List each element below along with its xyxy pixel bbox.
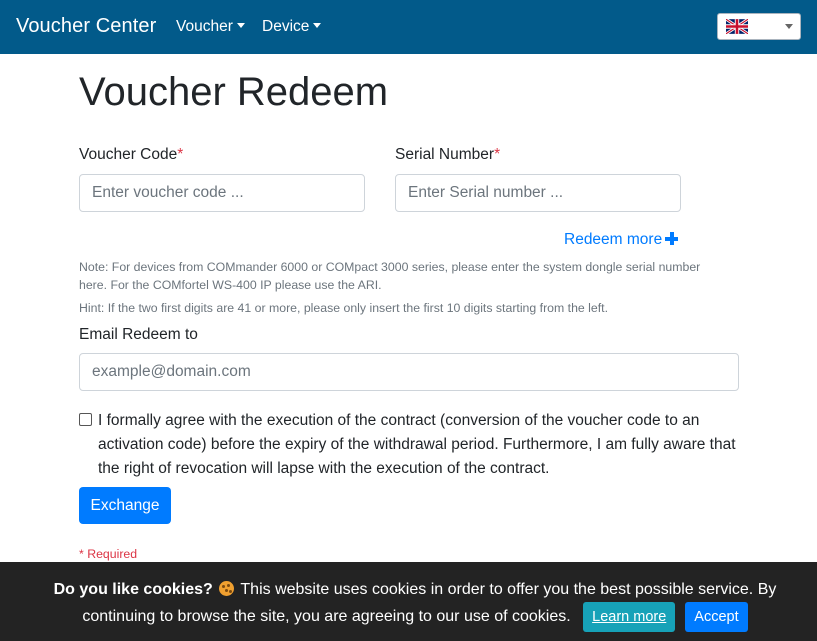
nav-voucher-dropdown[interactable]: Voucher xyxy=(176,18,245,36)
nav-voucher-label: Voucher xyxy=(176,18,233,35)
serial-note: Note: For devices from COMmander 6000 or… xyxy=(79,260,701,292)
required-star: * xyxy=(177,146,184,163)
voucher-code-label: Voucher Code* xyxy=(79,146,183,164)
serial-number-label-text: Serial Number xyxy=(395,146,495,163)
top-navbar: Voucher Center Voucher Device xyxy=(0,0,817,54)
redeem-more-label: Redeem more xyxy=(564,231,663,248)
required-note: * Required xyxy=(79,547,138,561)
caret-down-icon xyxy=(236,23,245,28)
voucher-code-input[interactable] xyxy=(79,174,365,212)
page-title: Voucher Redeem xyxy=(79,70,389,114)
required-star: * xyxy=(494,146,501,163)
cookie-question: Do you like cookies? xyxy=(53,581,213,598)
redeem-more-link[interactable]: Redeem more xyxy=(564,231,679,249)
exchange-button[interactable]: Exchange xyxy=(79,487,171,524)
voucher-code-label-text: Voucher Code xyxy=(79,146,178,163)
uk-flag-icon xyxy=(726,19,748,34)
learn-more-button[interactable]: Learn more xyxy=(583,602,676,632)
plus-icon xyxy=(665,232,679,245)
email-label: Email Redeem to xyxy=(79,326,198,343)
accept-cookies-button[interactable]: Accept xyxy=(685,602,748,632)
serial-hint: Hint: If the two first digits are 41 or … xyxy=(79,301,608,315)
brand-link[interactable]: Voucher Center xyxy=(16,15,156,38)
serial-number-label: Serial Number* xyxy=(395,146,500,164)
language-select[interactable] xyxy=(717,13,801,40)
email-input[interactable] xyxy=(79,353,739,391)
agree-checkbox[interactable] xyxy=(79,413,92,426)
caret-down-icon xyxy=(313,23,322,28)
cookie-icon xyxy=(219,581,235,596)
cookie-banner: Do you like cookies? This website uses c… xyxy=(0,562,817,641)
nav-device-dropdown[interactable]: Device xyxy=(262,18,322,36)
serial-number-input[interactable] xyxy=(395,174,681,212)
cookie-message-block: Do you like cookies? This website uses c… xyxy=(50,577,780,632)
agree-label: I formally agree with the execution of t… xyxy=(98,412,736,477)
nav-device-label: Device xyxy=(262,18,310,35)
chevron-down-icon xyxy=(785,24,793,29)
